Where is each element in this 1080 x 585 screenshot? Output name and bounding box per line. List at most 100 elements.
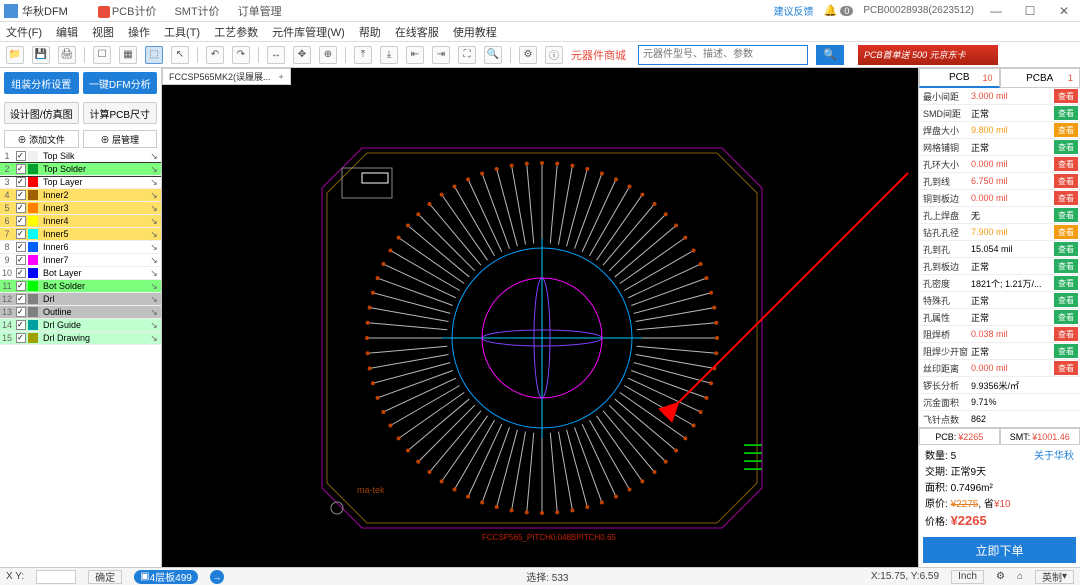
menu-view[interactable]: 视图 [92,24,114,40]
menu-lib[interactable]: 元件库管理(W) [272,24,345,40]
layer-row-inner2[interactable]: 4Inner2↘ [0,189,161,202]
tb-window-icon[interactable]: ☐ [93,46,111,64]
tab-pcb[interactable]: PCB10 [919,68,1000,88]
home-icon[interactable]: ⌂ [1017,571,1023,582]
layer-row-bot-solder[interactable]: 11Bot Solder↘ [0,280,161,293]
check-row[interactable]: 孔到板边正常查看 [919,258,1080,275]
tb-select-icon[interactable]: ⬚ [145,46,163,64]
price-tab-smt[interactable]: SMT:¥1001.46 [1000,428,1080,445]
menu-process[interactable]: 工艺参数 [214,24,258,40]
tab-pcba[interactable]: PCBA1 [1000,68,1080,88]
layer-pill[interactable]: ▣ 4层板499 [134,570,198,584]
price-tab-pcb[interactable]: PCB:¥2265 [919,428,1000,445]
tb-right-icon[interactable]: ⇥ [432,46,450,64]
lang-button[interactable]: 英制 ▾ [1035,570,1074,584]
check-row[interactable]: 丝印距离0.000 mil查看 [919,360,1080,377]
check-row[interactable]: 孔到线6.750 mil查看 [919,173,1080,190]
menu-edit[interactable]: 编辑 [56,24,78,40]
tb-info-icon[interactable]: ⓘ [545,46,563,64]
nav-orders[interactable]: 订单管理 [238,3,282,19]
menu-support[interactable]: 在线客服 [395,24,439,40]
order-button[interactable]: 立即下单 [923,537,1076,563]
tb-top-icon[interactable]: ⤒ [354,46,372,64]
check-row[interactable]: 孔环大小0.000 mil查看 [919,156,1080,173]
add-tab-icon[interactable]: + [279,72,284,82]
check-row[interactable]: 特殊孔正常查看 [919,292,1080,309]
layer-row-drl-drawing[interactable]: 15Drl Drawing↘ [0,332,161,345]
minimize-icon[interactable]: — [984,4,1008,18]
canvas-tab[interactable]: FCCSP565MK2(误履展...+ [162,68,291,85]
btn-assembly-settings[interactable]: 组装分析设置 [4,72,79,94]
promo-banner[interactable]: PCB首单送 500 元京东卡 [858,45,998,65]
unit-button[interactable]: Inch [951,570,984,584]
layer-row-top-silk[interactable]: 1Top Silk↘ [0,150,161,163]
btn-layer-mgmt[interactable]: ⊕ 层管理 [83,130,158,148]
layer-row-inner6[interactable]: 8Inner6↘ [0,241,161,254]
layer-row-top-layer[interactable]: 3Top Layer↘ [0,176,161,189]
tb-save-icon[interactable]: 💾 [32,46,50,64]
feedback-link[interactable]: 建议反馈 [774,3,814,18]
check-row[interactable]: 铜到板边0.000 mil查看 [919,190,1080,207]
menu-action[interactable]: 操作 [128,24,150,40]
layer-row-inner3[interactable]: 5Inner3↘ [0,202,161,215]
check-row[interactable]: 阻焊少开窗正常查看 [919,343,1080,360]
about-link[interactable]: 关于华秋 [1034,449,1074,465]
tb-left-icon[interactable]: ⇤ [406,46,424,64]
check-row[interactable]: 焊盘大小9.800 mil查看 [919,122,1080,139]
pcb-view[interactable]: ma-tek FCCSP565_PITCH0.048BPITCH0.65 ▬▬▬… [162,88,918,567]
tb-settings-icon[interactable]: ⚙ [519,46,537,64]
tb-grid-icon[interactable]: ▦ [119,46,137,64]
check-row[interactable]: 锣长分析9.9356米/㎡ [919,377,1080,394]
layer-row-drl[interactable]: 12Drl↘ [0,293,161,306]
btn-calc-size[interactable]: 计算PCB尺寸 [83,102,158,124]
tb-redo-icon[interactable]: ↷ [232,46,250,64]
check-row[interactable]: 最小间距3.000 mil查看 [919,88,1080,105]
close-icon[interactable]: ✕ [1052,4,1076,18]
maximize-icon[interactable]: ☐ [1018,4,1042,18]
check-row[interactable]: 孔密度1821个; 1.21万/...查看 [919,275,1080,292]
layer-row-top-solder[interactable]: 2Top Solder↘ [0,163,161,176]
check-row[interactable]: 飞针点数862 [919,411,1080,427]
search-button[interactable]: 🔍 [816,45,844,65]
notif-icon[interactable]: 🔔 0 [824,4,854,17]
tb-zoomin-icon[interactable]: 🔍 [484,46,502,64]
settings-icon[interactable]: ⚙ [996,571,1005,582]
menu-tools[interactable]: 工具(T) [164,24,200,40]
menu-file[interactable]: 文件(F) [6,24,42,40]
tb-measure-icon[interactable]: ↔ [267,46,285,64]
check-row[interactable]: 钻孔孔径7.900 mil查看 [919,224,1080,241]
check-row[interactable]: 沉金面积9.71% [919,394,1080,411]
check-row[interactable]: 网格铺铜正常查看 [919,139,1080,156]
menu-help[interactable]: 帮助 [359,24,381,40]
check-row[interactable]: 孔上焊盘无查看 [919,207,1080,224]
search-input[interactable] [638,45,808,65]
check-row[interactable]: 孔到孔15.054 mil查看 [919,241,1080,258]
tb-print-icon[interactable]: 🖨 [58,46,76,64]
nav-pcb-price[interactable]: PCB计价 [98,3,157,19]
tb-move-icon[interactable]: ✥ [293,46,311,64]
check-row[interactable]: 孔属性正常查看 [919,309,1080,326]
btn-design-view[interactable]: 设计图/仿真图 [4,102,79,124]
check-row[interactable]: SMD间距正常查看 [919,105,1080,122]
btn-dfm-analyze[interactable]: 一键DFM分析 [83,72,158,94]
coord-input[interactable] [36,570,76,584]
menu-tutorial[interactable]: 使用教程 [453,24,497,40]
nav-smt-price[interactable]: SMT计价 [174,3,219,19]
tb-bottom-icon[interactable]: ⤓ [380,46,398,64]
check-row[interactable]: 阻焊桥0.038 mil查看 [919,326,1080,343]
coord-ok-button[interactable]: 确定 [88,570,122,584]
btn-add-file[interactable]: ⊕ 添加文件 [4,130,79,148]
layer-row-inner7[interactable]: 9Inner7↘ [0,254,161,267]
layer-row-bot-layer[interactable]: 10Bot Layer↘ [0,267,161,280]
layer-row-inner5[interactable]: 7Inner5↘ [0,228,161,241]
layer-row-inner4[interactable]: 6Inner4↘ [0,215,161,228]
tb-open-icon[interactable]: 📁 [6,46,24,64]
round-btn[interactable]: → [210,570,224,584]
layer-row-outline[interactable]: 13Outline↘ [0,306,161,319]
canvas[interactable]: FCCSP565MK2(误履展...+ ma-tek FCCSP565_PITC… [162,68,918,567]
tb-undo-icon[interactable]: ↶ [206,46,224,64]
tb-pointer-icon[interactable]: ↖ [171,46,189,64]
tb-zoomfit-icon[interactable]: ⛶ [458,46,476,64]
tb-center-icon[interactable]: ⊕ [319,46,337,64]
layer-row-drl-guide[interactable]: 14Drl Guide↘ [0,319,161,332]
